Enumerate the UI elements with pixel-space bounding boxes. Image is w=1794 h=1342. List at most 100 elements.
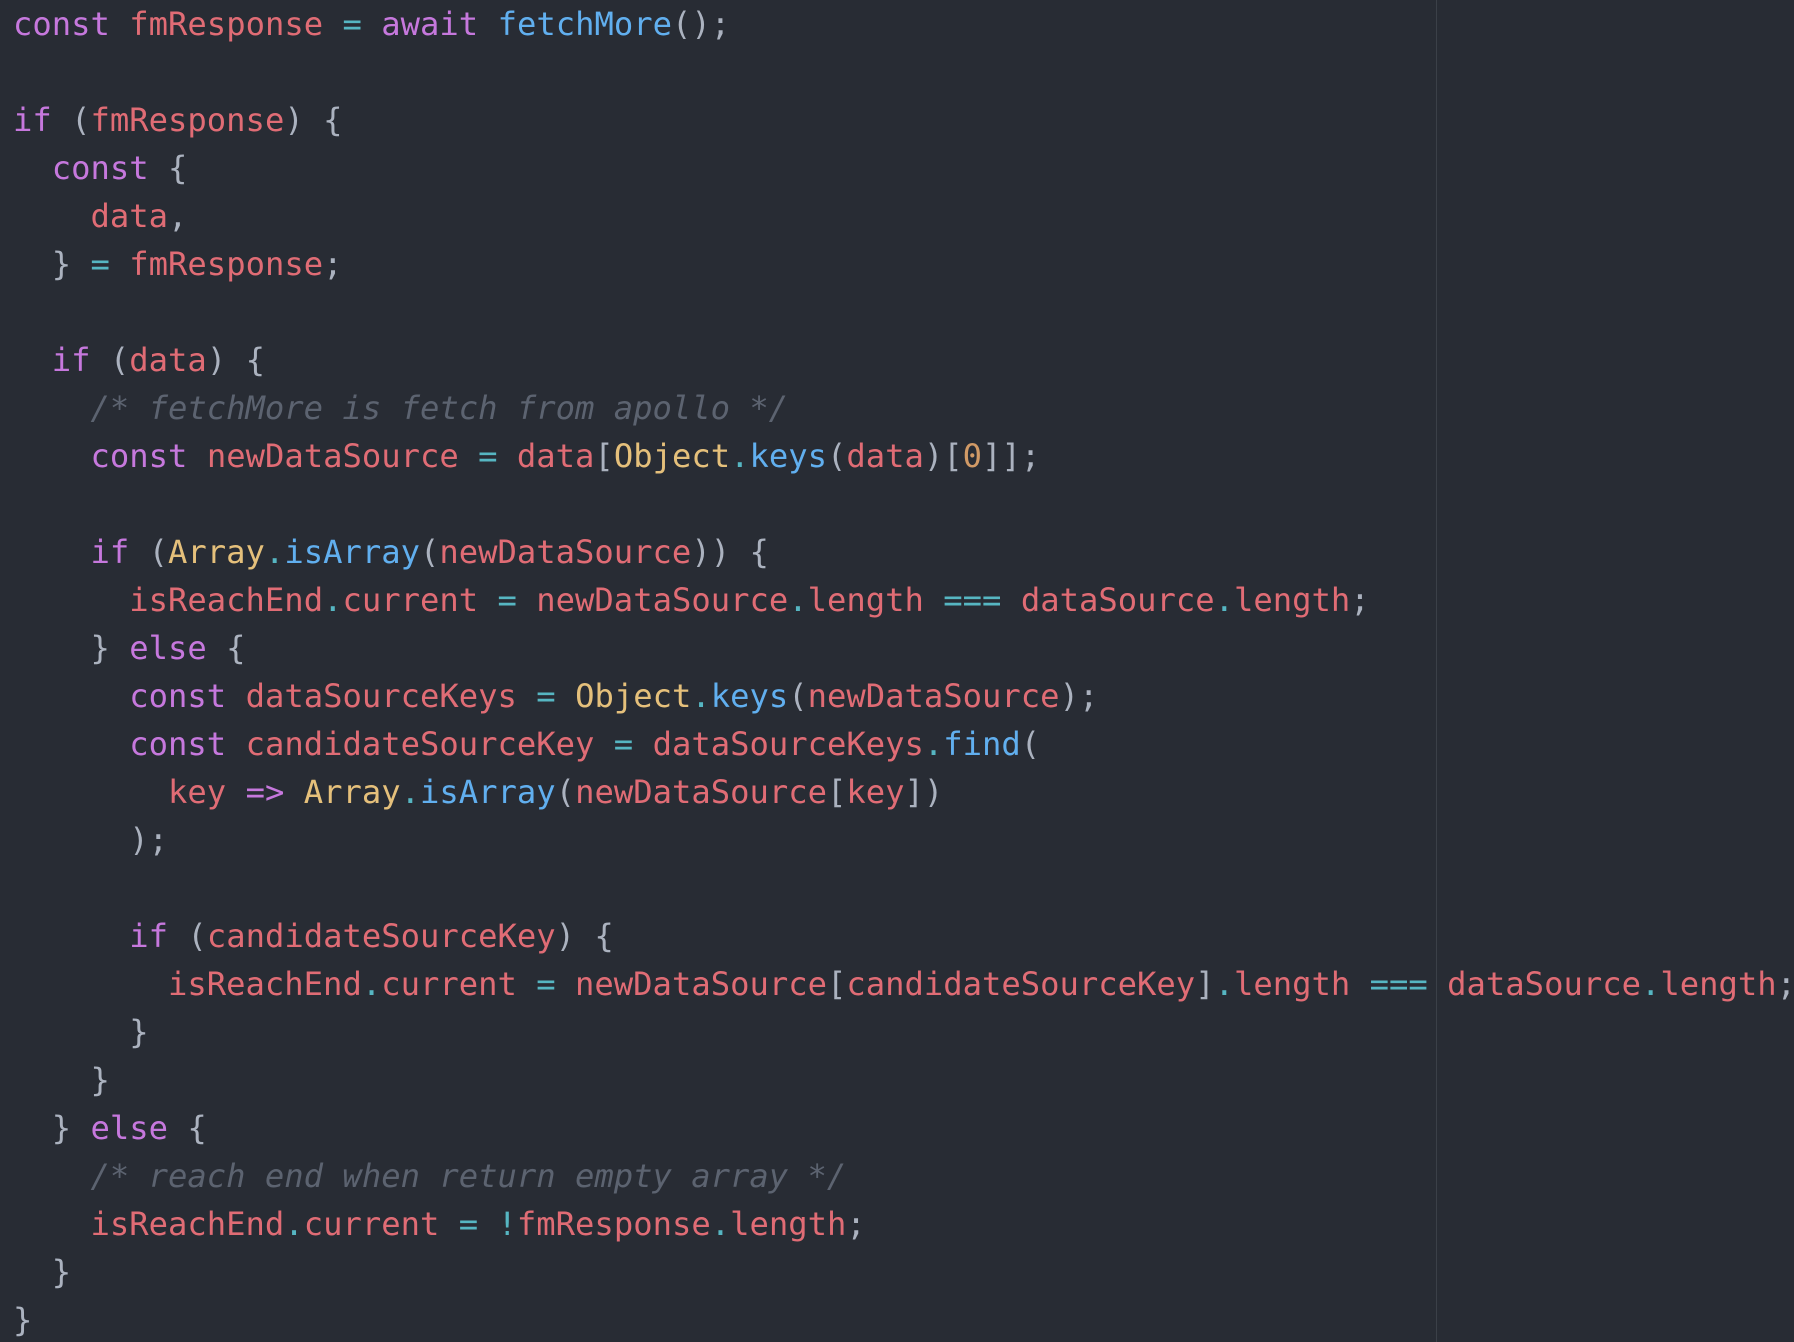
code-token: length [1234, 581, 1351, 619]
code-token: isReachEnd [129, 581, 324, 619]
code-token: ( [788, 677, 808, 715]
code-token: data [516, 437, 595, 475]
code-token: } [13, 1013, 149, 1051]
code-token: . [1214, 965, 1234, 1003]
code-token: ( [90, 341, 130, 379]
code-token: dataSourceKeys [245, 677, 517, 715]
code-token: => [245, 773, 285, 811]
code-token: else [129, 629, 207, 667]
code-line: } [13, 1296, 1794, 1342]
code-token: { [148, 149, 188, 187]
code-token: . [788, 581, 808, 619]
code-token: . [730, 437, 750, 475]
code-token: )) { [691, 533, 769, 571]
code-token: if [51, 341, 91, 379]
code-token: current [381, 965, 517, 1003]
code-line: ​ [13, 48, 1794, 96]
code-token: dataSourceKeys [652, 725, 924, 763]
code-token: fmResponse [516, 1205, 711, 1243]
code-token: ( [555, 773, 576, 811]
code-line: ​ [13, 480, 1794, 528]
code-line: const newDataSource = data[Object.keys(d… [13, 432, 1794, 480]
code-token: dataSource [1020, 581, 1215, 619]
code-token: = [497, 581, 517, 619]
code-area[interactable]: const fmResponse = await fetchMore();​if… [13, 0, 1794, 1342]
code-token: . [264, 533, 285, 571]
code-line: ​ [13, 288, 1794, 336]
code-line: const candidateSourceKey = dataSourceKey… [13, 720, 1794, 768]
code-editor[interactable]: const fmResponse = await fetchMore();​if… [0, 0, 1794, 1342]
code-token: ); [13, 821, 169, 859]
code-token: keys [749, 437, 827, 475]
code-line: if (candidateSourceKey) { [13, 912, 1794, 960]
code-token: data [129, 341, 207, 379]
code-token: )[ [923, 437, 963, 475]
code-token: isArray [420, 773, 556, 811]
code-token: ( [51, 101, 91, 139]
code-token: ) { [206, 341, 265, 379]
code-token: length [807, 581, 924, 619]
code-token: candidateSourceKey [846, 965, 1196, 1003]
code-line: /* reach end when return empty array */ [13, 1152, 1794, 1200]
code-token: /* reach end when return empty array */ [90, 1157, 847, 1195]
code-line: isReachEnd.current = newDataSource[candi… [13, 960, 1794, 1008]
code-token: ( [420, 533, 440, 571]
code-token: Array [303, 773, 401, 811]
code-token: ]) [904, 773, 944, 811]
code-token: ; [1777, 965, 1794, 1003]
code-token: isArray [284, 533, 420, 571]
code-token: ; [846, 1205, 866, 1243]
code-line: if (fmResponse) { [13, 96, 1794, 144]
code-token: ) { [284, 101, 343, 139]
code-token: ); [1059, 677, 1099, 715]
code-line: ​ [13, 864, 1794, 912]
code-line: } = fmResponse; [13, 240, 1794, 288]
code-token: /* fetchMore is fetch from apollo */ [90, 389, 789, 427]
code-token: key [846, 773, 905, 811]
code-token: fmResponse [129, 245, 324, 283]
code-token: === [943, 581, 1002, 619]
code-line: ); [13, 816, 1794, 864]
code-token: current [303, 1205, 440, 1243]
code-token: ] [1195, 965, 1215, 1003]
code-line: } [13, 1248, 1794, 1296]
code-line: key => Array.isArray(newDataSource[key]) [13, 768, 1794, 816]
code-token: ; [323, 245, 343, 283]
code-token: newDataSource [439, 533, 692, 571]
code-token: dataSource [1447, 965, 1641, 1003]
code-token: . [691, 677, 711, 715]
code-token: ( [168, 917, 207, 955]
code-token: const [129, 677, 227, 715]
code-token: = [458, 1205, 479, 1243]
code-token: const [51, 149, 149, 187]
code-token: data [90, 197, 169, 235]
code-token: = [90, 245, 110, 283]
code-token: = [613, 725, 634, 763]
code-line: if (data) { [13, 336, 1794, 384]
code-token: await [381, 5, 479, 43]
code-line: } [13, 1008, 1794, 1056]
code-token: Array [168, 533, 265, 571]
code-token: ; [1350, 581, 1370, 619]
